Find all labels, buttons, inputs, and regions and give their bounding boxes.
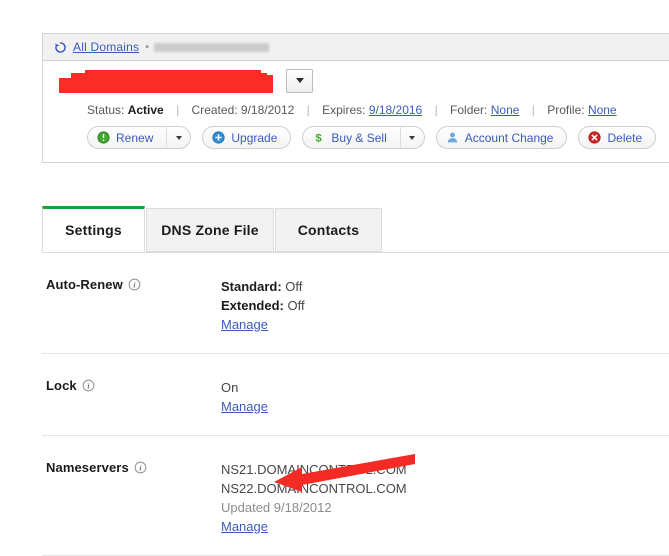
expires-label: Expires: bbox=[322, 103, 366, 117]
status-label: Status: bbox=[87, 103, 125, 117]
tab-dns-zone-file-label: DNS Zone File bbox=[161, 222, 259, 238]
profile-label: Profile: bbox=[547, 103, 585, 117]
domain-name-redacted bbox=[59, 69, 273, 94]
info-icon[interactable]: i bbox=[134, 461, 147, 474]
upgrade-button[interactable]: Upgrade bbox=[202, 126, 292, 149]
status-separator: | bbox=[306, 103, 310, 117]
chevron-down-icon bbox=[175, 135, 182, 140]
lock-label: Lock bbox=[46, 378, 77, 393]
auto-renew-extended-value: Off bbox=[287, 298, 305, 313]
lock-value-cell: On Manage bbox=[221, 378, 268, 416]
setting-row-nameservers: Nameservers i NS21.DOMAINCONTROL.COM NS2… bbox=[42, 436, 669, 536]
status-value: Active bbox=[127, 103, 164, 117]
lock-manage-line: Manage bbox=[221, 397, 268, 416]
account-change-button[interactable]: Account Change bbox=[435, 126, 568, 149]
delete-button[interactable]: Delete bbox=[578, 126, 657, 149]
settings-panel: Auto-Renew i Standard: Off Extended: Off… bbox=[42, 253, 669, 556]
upgrade-button-label: Upgrade bbox=[231, 130, 278, 145]
domain-switcher-dropdown[interactable] bbox=[286, 68, 313, 93]
auto-renew-manage-link[interactable]: Manage bbox=[221, 317, 268, 332]
exclamation-circle-icon bbox=[97, 131, 110, 144]
refresh-icon[interactable] bbox=[54, 41, 67, 54]
buy-sell-button-label: Buy & Sell bbox=[331, 130, 387, 145]
profile-value-link[interactable]: None bbox=[588, 103, 617, 117]
lock-manage-link[interactable]: Manage bbox=[221, 399, 268, 414]
info-icon[interactable]: i bbox=[82, 379, 95, 392]
buy-sell-button[interactable]: $ Buy & Sell bbox=[302, 126, 401, 149]
nameservers-updated: Updated 9/18/2012 bbox=[221, 500, 332, 515]
status-separator: | bbox=[531, 103, 535, 117]
tab-contacts-label: Contacts bbox=[297, 222, 360, 238]
setting-row-auto-renew: Auto-Renew i Standard: Off Extended: Off… bbox=[42, 253, 669, 334]
nameserver-1: NS21.DOMAINCONTROL.COM bbox=[221, 462, 407, 477]
renew-button-group: Renew bbox=[87, 126, 192, 149]
auto-renew-extended-line: Extended: Off bbox=[221, 296, 305, 315]
svg-text:i: i bbox=[87, 382, 90, 391]
svg-text:i: i bbox=[139, 464, 142, 473]
nameservers-manage-line: Manage bbox=[221, 517, 407, 536]
auto-renew-extended-label: Extended: bbox=[221, 298, 284, 313]
auto-renew-label-cell: Auto-Renew i bbox=[46, 277, 221, 334]
plus-circle-icon bbox=[212, 131, 225, 144]
page-root: All Domains ▪ Status: Active | Created: … bbox=[0, 0, 669, 556]
account-change-button-label: Account Change bbox=[464, 130, 554, 145]
folder-value-link[interactable]: None bbox=[491, 103, 520, 117]
expires-value-link[interactable]: 9/18/2016 bbox=[369, 103, 422, 117]
nameserver-2: NS22.DOMAINCONTROL.COM bbox=[221, 481, 407, 496]
nameservers-label-cell: Nameservers i bbox=[46, 460, 221, 536]
info-icon[interactable]: i bbox=[128, 278, 141, 291]
renew-button-label: Renew bbox=[116, 130, 154, 145]
tab-settings[interactable]: Settings bbox=[42, 206, 145, 252]
svg-text:i: i bbox=[133, 281, 136, 290]
folder-label: Folder: bbox=[450, 103, 488, 117]
user-icon bbox=[447, 132, 457, 143]
tab-bar: Settings DNS Zone File Contacts bbox=[42, 206, 669, 252]
lock-state-line: On bbox=[221, 380, 239, 395]
auto-renew-label: Auto-Renew bbox=[46, 277, 123, 292]
breadcrumb-current-domain-redacted bbox=[154, 42, 270, 52]
status-separator: | bbox=[176, 103, 180, 117]
domain-action-toolbar: Renew Upgrade $ Buy & Sell Account Chang… bbox=[43, 126, 669, 162]
dollar-sign-icon: $ bbox=[316, 133, 323, 144]
chevron-down-icon bbox=[409, 135, 416, 140]
renew-button[interactable]: Renew bbox=[87, 126, 168, 149]
auto-renew-manage-line: Manage bbox=[221, 315, 305, 334]
nameservers-manage-link[interactable]: Manage bbox=[221, 519, 268, 534]
nameservers-label: Nameservers bbox=[46, 460, 129, 475]
breadcrumb-separator: ▪ bbox=[145, 41, 150, 53]
lock-label-cell: Lock i bbox=[46, 378, 221, 416]
breadcrumb: All Domains ▪ bbox=[43, 34, 669, 61]
delete-button-label: Delete bbox=[607, 130, 643, 145]
status-separator: | bbox=[434, 103, 438, 117]
domain-summary-panel: All Domains ▪ Status: Active | Created: … bbox=[42, 33, 669, 163]
nameservers-value-cell: NS21.DOMAINCONTROL.COM NS22.DOMAINCONTRO… bbox=[221, 460, 407, 536]
tab-contacts[interactable]: Contacts bbox=[275, 208, 382, 252]
auto-renew-standard-label: Standard: bbox=[221, 279, 282, 294]
tab-dns-zone-file[interactable]: DNS Zone File bbox=[146, 208, 274, 252]
created-label: Created: bbox=[191, 103, 238, 117]
renew-dropdown-toggle[interactable] bbox=[167, 126, 192, 149]
domain-title-row bbox=[43, 61, 669, 100]
chevron-down-icon bbox=[295, 78, 304, 83]
close-circle-icon bbox=[588, 131, 602, 144]
buy-sell-dropdown-toggle[interactable] bbox=[400, 126, 425, 149]
setting-row-lock: Lock i On Manage bbox=[42, 354, 669, 416]
breadcrumb-all-domains-link[interactable]: All Domains bbox=[73, 40, 139, 54]
tab-settings-label: Settings bbox=[65, 222, 122, 238]
auto-renew-standard-value: Off bbox=[285, 279, 303, 294]
auto-renew-standard-line: Standard: Off bbox=[221, 277, 305, 296]
auto-renew-value-cell: Standard: Off Extended: Off Manage bbox=[221, 277, 305, 334]
domain-status-line: Status: Active | Created: 9/18/2012 | Ex… bbox=[43, 100, 669, 126]
created-value: 9/18/2012 bbox=[240, 103, 295, 117]
buy-sell-button-group: $ Buy & Sell bbox=[302, 126, 425, 149]
svg-text:$: $ bbox=[316, 133, 323, 144]
